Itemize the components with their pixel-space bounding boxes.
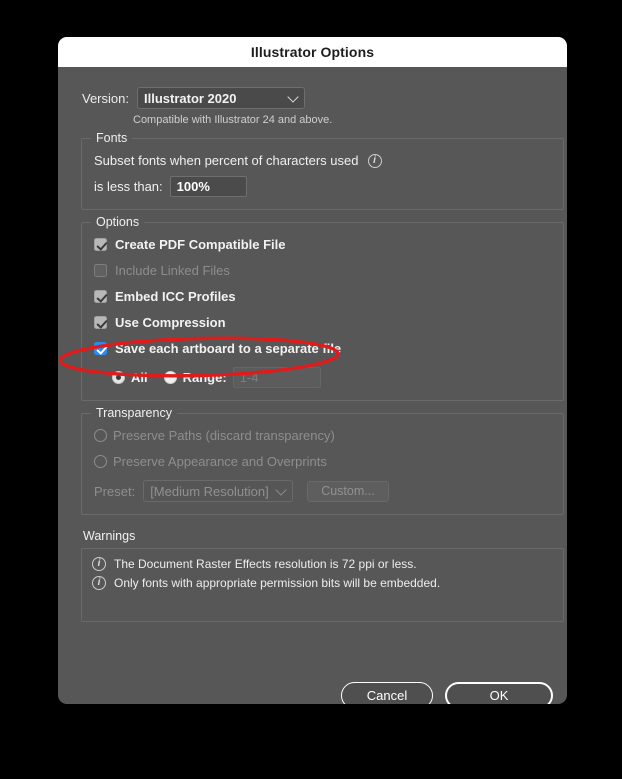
option-label: Save each artboard to a separate file: [115, 341, 342, 356]
options-legend: Options: [91, 215, 145, 229]
warnings-label: Warnings: [83, 529, 136, 543]
dialog-footer: Cancel OK: [341, 682, 553, 704]
options-fieldset: Options Create PDF Compatible File Inclu…: [81, 215, 564, 401]
ok-button[interactable]: OK: [445, 682, 553, 704]
dialog-title: Illustrator Options: [250, 44, 375, 60]
artboard-range-input: 1-4: [232, 367, 321, 388]
transparency-preserve-appearance: Preserve Appearance and Overprints: [94, 454, 551, 469]
version-compat-note: Compatible with Illustrator 24 and above…: [133, 114, 333, 126]
info-icon[interactable]: i: [367, 153, 382, 168]
radio-range-icon[interactable]: [163, 371, 177, 384]
transparency-legend: Transparency: [91, 406, 177, 420]
warning-item: i Only fonts with appropriate permission…: [92, 576, 553, 590]
preset-label: Preset:: [94, 483, 136, 499]
preset-select: [Medium Resolution]: [143, 480, 294, 502]
transparency-option-label: Preserve Appearance and Overprints: [113, 454, 327, 469]
checkbox-icon[interactable]: [94, 342, 107, 355]
less-than-row: is less than: 100%: [94, 176, 551, 197]
dialog-titlebar: Illustrator Options: [58, 37, 567, 67]
transparency-option-label: Preserve Paths (discard transparency): [113, 428, 335, 443]
option-label: Include Linked Files: [115, 263, 230, 278]
radio-all-label: All: [131, 370, 148, 385]
preset-select-value: [Medium Resolution]: [150, 483, 269, 499]
cancel-button[interactable]: Cancel: [341, 682, 433, 704]
subset-percent-input[interactable]: 100%: [169, 176, 247, 197]
radio-preserve-appearance-icon: [94, 455, 107, 468]
warning-item: i The Document Raster Effects resolution…: [92, 557, 553, 571]
warning-text: Only fonts with appropriate permission b…: [114, 576, 441, 590]
radio-all-icon[interactable]: [112, 371, 125, 384]
option-embed-icc-profiles[interactable]: Embed ICC Profiles: [94, 289, 551, 304]
warnings-box: i The Document Raster Effects resolution…: [81, 548, 564, 622]
artboard-scope-row: All Range: 1-4: [94, 367, 551, 388]
option-create-pdf-compatible[interactable]: Create PDF Compatible File: [94, 237, 551, 252]
option-label: Use Compression: [115, 315, 226, 330]
dialog-body: Version: Illustrator 2020 Compatible wit…: [58, 87, 567, 704]
chevron-down-icon: [275, 484, 287, 496]
option-label: Create PDF Compatible File: [115, 237, 286, 252]
chevron-down-icon: [287, 91, 299, 103]
option-include-linked-files: Include Linked Files: [94, 263, 551, 278]
checkbox-icon[interactable]: [94, 316, 107, 329]
transparency-fieldset: Transparency Preserve Paths (discard tra…: [81, 406, 564, 515]
radio-preserve-paths-icon: [94, 429, 107, 442]
subset-fonts-row: Subset fonts when percent of characters …: [94, 153, 551, 168]
info-icon: i: [92, 576, 106, 590]
version-select-value: Illustrator 2020: [143, 90, 237, 106]
info-icon: i: [92, 557, 106, 571]
option-use-compression[interactable]: Use Compression: [94, 315, 551, 330]
version-row: Version: Illustrator 2020: [70, 87, 555, 109]
transparency-preset-row: Preset: [Medium Resolution] Custom...: [94, 480, 551, 502]
option-label: Embed ICC Profiles: [115, 289, 236, 304]
version-label: Version:: [82, 90, 129, 106]
option-save-each-artboard[interactable]: Save each artboard to a separate file: [94, 341, 551, 356]
less-than-label: is less than:: [94, 179, 163, 194]
fonts-legend: Fonts: [91, 131, 133, 145]
fonts-fieldset: Fonts Subset fonts when percent of chara…: [81, 131, 564, 210]
checkbox-icon[interactable]: [94, 238, 107, 251]
warning-text: The Document Raster Effects resolution i…: [114, 557, 417, 571]
screen-backdrop: Illustrator Options Version: Illustrator…: [0, 0, 622, 779]
transparency-preserve-paths: Preserve Paths (discard transparency): [94, 428, 551, 443]
illustrator-options-dialog: Illustrator Options Version: Illustrator…: [58, 37, 567, 704]
radio-range-label: Range:: [182, 370, 227, 385]
subset-fonts-label: Subset fonts when percent of characters …: [94, 153, 359, 168]
custom-button: Custom...: [307, 480, 389, 502]
checkbox-icon: [94, 264, 107, 277]
version-select[interactable]: Illustrator 2020: [136, 87, 305, 109]
checkbox-icon[interactable]: [94, 290, 107, 303]
